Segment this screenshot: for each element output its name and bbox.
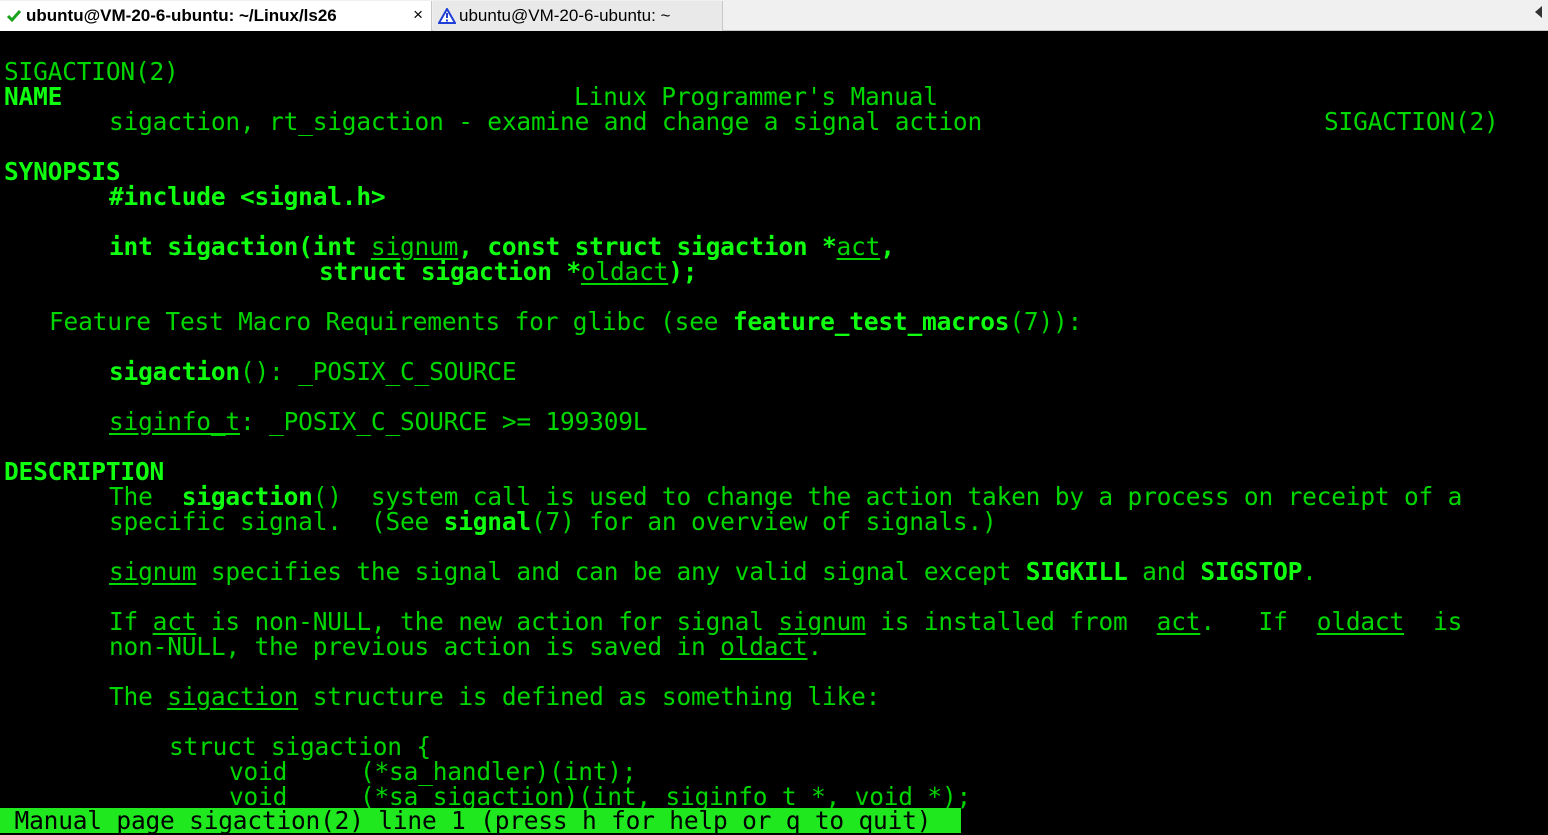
struct-line-1: struct sigaction { xyxy=(169,732,431,761)
param-act: act xyxy=(1156,607,1201,636)
section-description-heading: DESCRIPTION xyxy=(4,457,165,486)
code-text: ); xyxy=(668,257,698,286)
text: (7)): xyxy=(1009,307,1083,336)
func-name: sigaction xyxy=(109,357,240,386)
code-text: , xyxy=(880,232,895,261)
tab-bar: ubuntu@VM-20-6-ubuntu: ~/Linux/ls26 × ub… xyxy=(0,0,1548,31)
text: non-NULL, the previous action is saved i… xyxy=(109,632,721,661)
text: Feature Test Macro Requirements for glib… xyxy=(49,307,733,336)
param-oldact: oldact xyxy=(720,632,808,661)
pager-status-line: Manual page sigaction(2) line 1 (press h… xyxy=(0,808,961,833)
text: . xyxy=(1302,557,1317,586)
header-right: SIGACTION(2) xyxy=(1324,107,1499,136)
text: and xyxy=(1127,557,1201,586)
description-line-5: non-NULL, the previous action is saved i… xyxy=(109,634,822,659)
section-synopsis-heading: SYNOPSIS xyxy=(4,157,121,186)
param-oldact: oldact xyxy=(1316,607,1405,636)
text: is installed from xyxy=(865,607,1157,636)
description-line-1: The sigaction() system call is used to c… xyxy=(109,484,1462,509)
text: structure is defined as something like: xyxy=(298,682,881,711)
text: (7) for an overview of signals.) xyxy=(530,507,997,536)
tab-scroll-left-icon[interactable] xyxy=(1535,6,1542,18)
description-line-3: signum specifies the signal and can be a… xyxy=(109,559,1317,584)
text: specific signal. (See xyxy=(109,507,444,536)
tab-label: ubuntu@VM-20-6-ubuntu: ~ xyxy=(459,6,671,25)
header-center: Linux Programmer's Manual xyxy=(574,82,938,111)
text: specifies the signal and can be any vali… xyxy=(196,557,1026,586)
ftm-siginfo-line: siginfo_t: _POSIX_C_SOURCE >= 199309L xyxy=(109,407,648,436)
param-act: act xyxy=(836,232,881,261)
struct-line-2: void (*sa_handler)(int); xyxy=(229,757,637,786)
include-line: #include <signal.h> xyxy=(109,182,386,211)
text: . If xyxy=(1200,607,1317,636)
struct-name: sigaction xyxy=(167,682,299,711)
prototype-line-1: int sigaction(int signum, const struct s… xyxy=(109,234,895,259)
header-left: SIGACTION(2) xyxy=(4,57,179,86)
text: is xyxy=(1404,607,1463,636)
sigkill: SIGKILL xyxy=(1025,557,1128,586)
prototype-line-2: struct sigaction *oldact); xyxy=(319,257,698,286)
description-line-4: If act is non-NULL, the new action for s… xyxy=(109,609,1462,634)
signal-ref: signal xyxy=(443,507,532,536)
terminal[interactable]: SIGACTION(2) Linux Programmer's Manual S… xyxy=(4,34,1548,834)
text: : _POSIX_C_SOURCE >= 199309L xyxy=(239,407,648,436)
type-name: siginfo_t xyxy=(109,407,240,436)
feature-test-line: Feature Test Macro Requirements for glib… xyxy=(49,309,1082,334)
text: . xyxy=(807,632,822,661)
man-header: SIGACTION(2) Linux Programmer's Manual S… xyxy=(4,34,1504,134)
sigstop: SIGSTOP xyxy=(1200,557,1303,586)
feature-test-macros-ref: feature_test_macros xyxy=(732,307,1010,336)
tab-ls26[interactable]: ubuntu@VM-20-6-ubuntu: ~/Linux/ls26 × xyxy=(0,1,432,31)
ftm-sigaction-line: sigaction(): _POSIX_C_SOURCE xyxy=(109,357,517,386)
name-text: sigaction, rt_sigaction - examine and ch… xyxy=(109,107,983,136)
param-signum: signum xyxy=(109,557,197,586)
code-text: struct sigaction * xyxy=(319,257,581,286)
warning-icon xyxy=(437,8,457,24)
tab-label: ubuntu@VM-20-6-ubuntu: ~/Linux/ls26 xyxy=(26,6,337,25)
section-name-heading: NAME xyxy=(4,82,63,111)
param-oldact: oldact xyxy=(580,257,669,286)
check-icon xyxy=(4,8,24,24)
tab-home[interactable]: ubuntu@VM-20-6-ubuntu: ~ xyxy=(433,1,723,31)
text: (): _POSIX_C_SOURCE xyxy=(239,357,517,386)
description-line-6: The sigaction structure is defined as so… xyxy=(109,684,880,709)
text: The xyxy=(109,682,168,711)
close-icon[interactable]: × xyxy=(413,5,423,25)
description-line-2: specific signal. (See signal(7) for an o… xyxy=(109,509,997,534)
